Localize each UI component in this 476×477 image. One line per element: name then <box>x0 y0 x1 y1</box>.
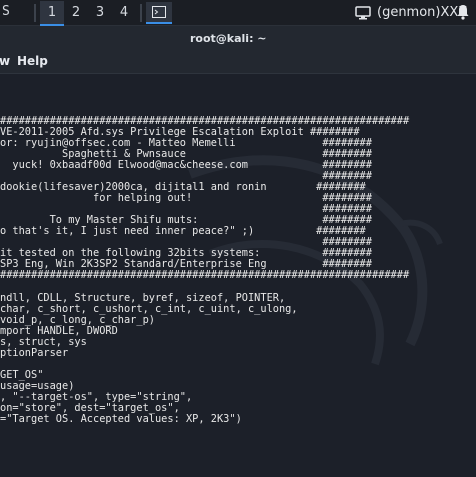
workspace-1-button[interactable]: 1 <box>40 1 64 26</box>
workspace-4-button[interactable]: 4 <box>112 1 136 25</box>
terminal-scrollbar[interactable] <box>466 74 476 477</box>
panel-separator <box>34 4 36 22</box>
monitor-icon[interactable] <box>355 5 371 24</box>
taskbar-terminal-button[interactable] <box>146 2 172 24</box>
workspace-3-button[interactable]: 3 <box>88 1 112 25</box>
menu-view[interactable]: w <box>0 54 10 68</box>
terminal-line: ########################################… <box>0 269 410 281</box>
top-panel: S 1 2 3 4 (genmon)XXX <box>0 0 476 26</box>
genmon-label[interactable]: (genmon)XXX <box>377 5 467 20</box>
window-titlebar[interactable]: root@kali: ~ <box>0 26 476 50</box>
panel-separator <box>140 4 142 22</box>
terminal-line: ="Target OS. Accepted values: XP, 2K3") <box>0 413 242 425</box>
menubar: w Help <box>0 50 476 74</box>
bell-icon[interactable] <box>456 4 470 24</box>
panel-app-icon-label[interactable]: S <box>2 4 10 19</box>
terminal-output[interactable]: ########################################… <box>0 74 476 477</box>
terminal-icon <box>152 6 166 18</box>
workspace-2-button[interactable]: 2 <box>64 1 88 25</box>
terminal-line: ptionParser <box>0 347 69 359</box>
window-title: root@kali: ~ <box>190 32 267 45</box>
menu-help[interactable]: Help <box>17 54 48 68</box>
